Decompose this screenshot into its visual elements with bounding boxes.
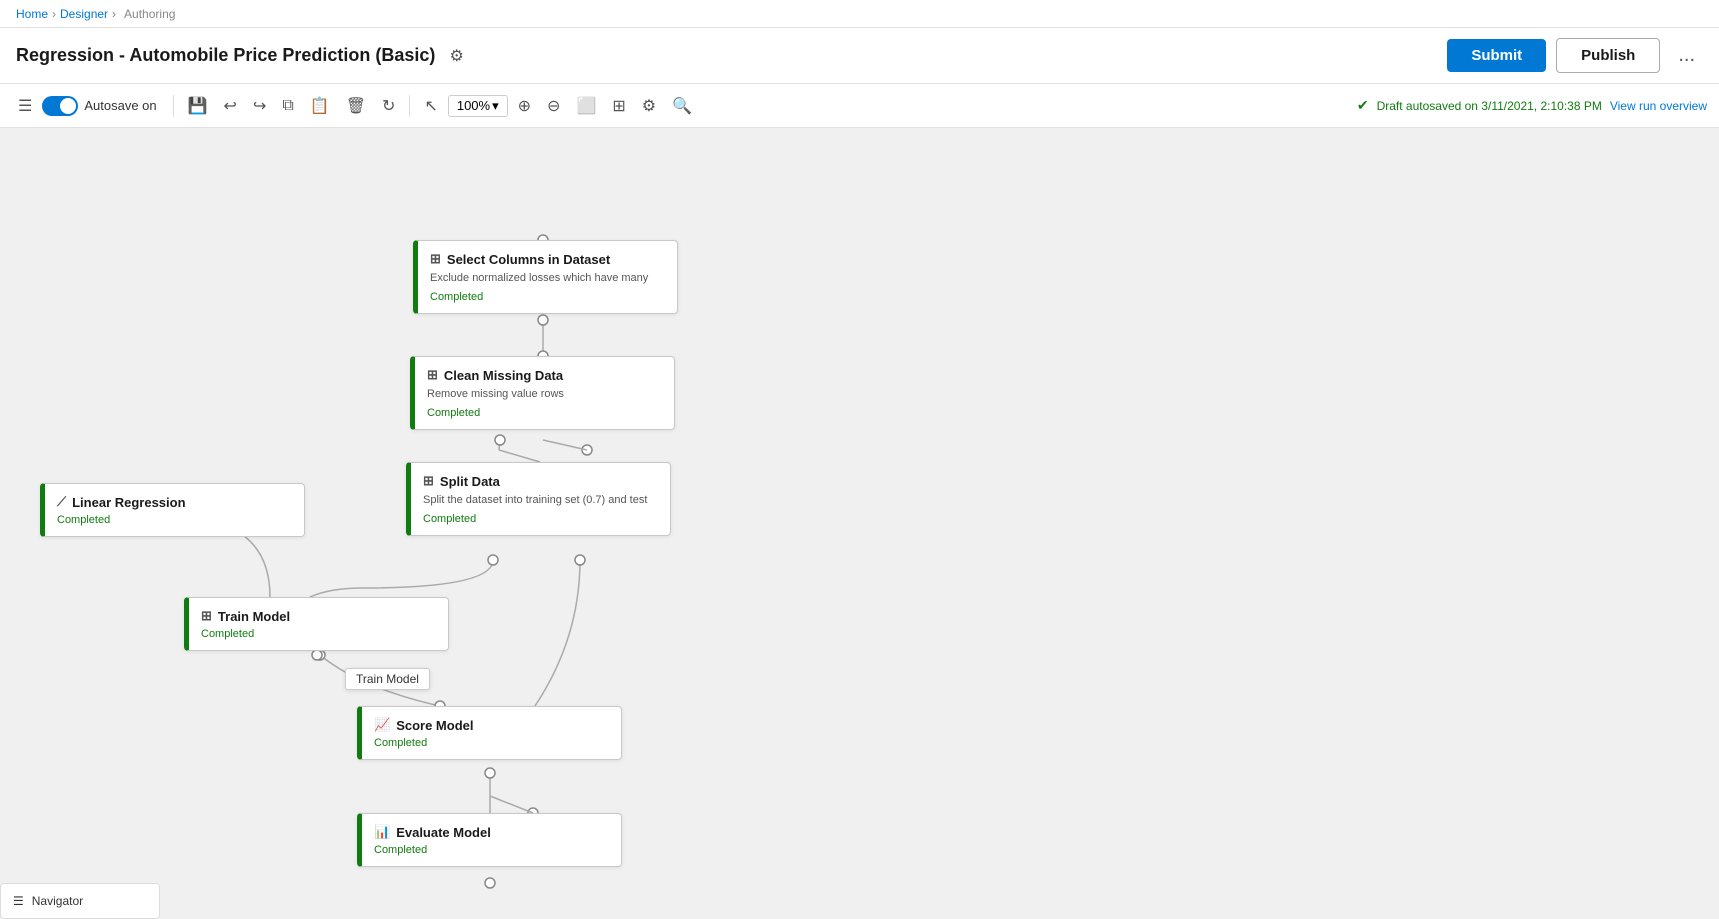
canvas: ⊞ Select Columns in Dataset Exclude norm…: [0, 128, 1719, 919]
split-icon: ⊞: [423, 473, 434, 489]
toolbar: ☰ Autosave on 💾 ↩ ↪ ⧉ 📋 🗑 ↻ ↖ 100% ▾ ⊕ ⊖…: [0, 84, 1719, 128]
submit-button[interactable]: Submit: [1447, 39, 1546, 72]
settings-button[interactable]: ⚙: [445, 42, 467, 70]
train-icon: ⊞: [201, 608, 212, 624]
select-columns-title: Select Columns in Dataset: [447, 252, 610, 267]
split-data-title: Split Data: [440, 474, 500, 489]
score-icon: 📈: [374, 717, 390, 733]
autosave-check-icon: ✔: [1357, 97, 1369, 114]
paste-button[interactable]: 📋: [304, 92, 336, 120]
header: Regression - Automobile Price Prediction…: [0, 28, 1719, 84]
select-columns-status: Completed: [430, 291, 665, 303]
navigator-icon: ☰: [13, 894, 24, 908]
zoom-in-button[interactable]: ⊕: [512, 92, 537, 120]
autosave-status: Draft autosaved on 3/11/2021, 2:10:38 PM: [1377, 99, 1602, 113]
clean-missing-status: Completed: [427, 407, 662, 419]
score-model-node[interactable]: 📈 Score Model Completed: [357, 706, 622, 760]
refresh-button[interactable]: ↻: [376, 92, 401, 120]
clean-missing-desc: Remove missing value rows: [427, 387, 662, 401]
evaluate-model-title: Evaluate Model: [396, 825, 491, 840]
redo-button[interactable]: ↪: [247, 92, 272, 120]
dataset-icon: ⊞: [430, 251, 441, 267]
score-model-title: Score Model: [396, 718, 473, 733]
clean-icon: ⊞: [427, 367, 438, 383]
autosave-toggle[interactable]: [42, 96, 78, 116]
grid-button[interactable]: ⊞: [606, 92, 631, 120]
linear-regression-node[interactable]: ⟋ Linear Regression Completed: [40, 483, 305, 537]
save-button[interactable]: 💾: [182, 92, 214, 120]
split-data-desc: Split the dataset into training set (0.7…: [423, 493, 658, 507]
settings2-button[interactable]: ⚙: [636, 92, 662, 120]
view-run-link[interactable]: View run overview: [1610, 99, 1707, 113]
split-data-node[interactable]: ⊞ Split Data Split the dataset into trai…: [406, 462, 671, 536]
clean-missing-node[interactable]: ⊞ Clean Missing Data Remove missing valu…: [410, 356, 675, 430]
linear-regression-status: Completed: [57, 514, 292, 526]
train-model-status: Completed: [201, 628, 436, 640]
cursor-button[interactable]: ↖: [418, 92, 443, 120]
delete-button[interactable]: 🗑: [340, 92, 372, 120]
evaluate-model-status: Completed: [374, 844, 609, 856]
train-model-title: Train Model: [218, 609, 290, 624]
evaluate-icon: 📊: [374, 824, 390, 840]
select-columns-desc: Exclude normalized losses which have man…: [430, 271, 665, 285]
regression-icon: ⟋: [57, 494, 66, 510]
more-button[interactable]: ...: [1670, 40, 1703, 71]
breadcrumb-designer[interactable]: Designer: [60, 7, 108, 21]
copy-button[interactable]: ⧉: [276, 93, 299, 119]
navigator-label: Navigator: [32, 894, 83, 908]
search-button[interactable]: 🔍: [666, 92, 698, 120]
chevron-down-icon: ▾: [492, 98, 499, 114]
zoom-level: 100%: [457, 98, 490, 113]
train-model-node[interactable]: ⊞ Train Model Completed: [184, 597, 449, 651]
breadcrumb-current: Authoring: [124, 7, 175, 21]
divider2: [409, 95, 410, 117]
zoom-out-button[interactable]: ⊖: [541, 92, 566, 120]
evaluate-model-node[interactable]: 📊 Evaluate Model Completed: [357, 813, 622, 867]
split-data-status: Completed: [423, 513, 658, 525]
navigator-bar[interactable]: ☰ Navigator: [0, 883, 160, 919]
train-model-tooltip: Train Model: [345, 668, 430, 690]
zoom-control[interactable]: 100% ▾: [448, 95, 508, 117]
select-columns-node[interactable]: ⊞ Select Columns in Dataset Exclude norm…: [413, 240, 678, 314]
panel-toggle-button[interactable]: ☰: [12, 92, 38, 120]
clean-missing-title: Clean Missing Data: [444, 368, 563, 383]
fit-view-button[interactable]: ⬜: [570, 92, 602, 120]
publish-button[interactable]: Publish: [1556, 38, 1660, 73]
undo-button[interactable]: ↩: [218, 92, 243, 120]
divider: [173, 95, 174, 117]
breadcrumb: Home › Designer › Authoring: [0, 0, 1719, 28]
page-title: Regression - Automobile Price Prediction…: [16, 45, 435, 66]
autosave-label: Autosave on: [84, 98, 156, 113]
score-model-status: Completed: [374, 737, 609, 749]
linear-regression-title: Linear Regression: [72, 495, 185, 510]
breadcrumb-home[interactable]: Home: [16, 7, 48, 21]
